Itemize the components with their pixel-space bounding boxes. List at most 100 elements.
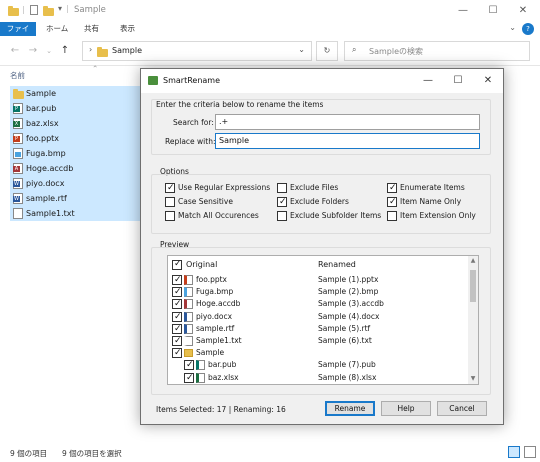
ribbon-tabs: ファイル ホーム 共有 表示 ⌄ ? <box>0 22 540 47</box>
minimize-icon[interactable]: — <box>448 0 478 22</box>
preview-renamed-name: Sample (1).pptx <box>318 275 379 284</box>
search-for-input[interactable]: .+ <box>215 114 480 130</box>
enumerate-items-checkbox[interactable]: Enumerate Items <box>387 182 465 194</box>
file-name: foo.pptx <box>26 134 60 143</box>
close-icon[interactable]: ✕ <box>508 0 538 22</box>
publisher-file-icon <box>196 360 205 371</box>
preview-row-checkbox[interactable] <box>172 286 182 298</box>
recent-locations-icon[interactable]: ⌄ <box>42 44 56 58</box>
preview-row-checkbox[interactable] <box>172 335 182 347</box>
address-bar[interactable]: › Sample ⌄ <box>82 41 312 61</box>
details-view-icon[interactable] <box>508 446 520 458</box>
cancel-button[interactable]: Cancel <box>437 401 487 416</box>
close-icon[interactable]: ✕ <box>473 69 503 93</box>
excel-file-icon: X <box>13 118 23 129</box>
search-icon: ⌕ <box>352 45 357 54</box>
use-regex-checkbox[interactable]: Use Regular Expressions <box>165 182 270 194</box>
address-text: Sample <box>112 46 142 55</box>
minimize-icon[interactable]: — <box>413 69 443 93</box>
ribbon-expand-icon[interactable]: ⌄ <box>509 23 516 32</box>
scroll-up-icon[interactable]: ▲ <box>468 256 478 266</box>
search-box[interactable]: ⌕ Sampleの検索 <box>344 41 530 61</box>
item-extension-only-checkbox[interactable]: Item Extension Only <box>387 210 476 222</box>
list-item[interactable]: X baz.xlsx <box>10 116 140 131</box>
file-name: Hoge.accdb <box>26 164 74 173</box>
folder-icon <box>97 47 108 57</box>
preview-original-name: foo.pptx <box>196 275 227 284</box>
tab-share[interactable]: 共有 <box>78 22 105 36</box>
preview-row[interactable]: Sample1.txt Sample (6).txt <box>168 335 468 347</box>
rename-button[interactable]: Rename <box>325 401 375 416</box>
tab-home[interactable]: ホーム <box>40 22 74 36</box>
chevron-down-icon[interactable]: ⌄ <box>298 45 305 54</box>
properties-icon[interactable] <box>30 5 38 15</box>
preview-scrollbar[interactable]: ▲ ▼ <box>468 256 478 384</box>
list-item[interactable]: W sample.rtf <box>10 191 140 206</box>
preview-row[interactable]: bar.pub Sample (7).pub <box>168 359 468 371</box>
preview-row[interactable]: sample.rtf Sample (5).rtf <box>168 323 468 335</box>
case-sensitive-checkbox[interactable]: Case Sensitive <box>165 196 233 208</box>
select-all-checkbox[interactable] <box>172 259 182 270</box>
preview-original-name: foo.pptx <box>208 384 239 385</box>
powerpoint-file-icon <box>184 275 193 285</box>
quick-access-dropdown-icon[interactable]: ▾ <box>58 4 62 13</box>
preview-row[interactable]: foo.pptx Sample (9).pptx <box>168 384 468 385</box>
word-file-icon: W <box>13 178 23 189</box>
forward-icon[interactable]: → <box>26 44 40 58</box>
original-column-header: Original <box>186 260 218 269</box>
list-item[interactable]: Sample1.txt <box>10 206 140 221</box>
list-item[interactable]: W piyo.docx <box>10 176 140 191</box>
preview-row[interactable]: foo.pptx Sample (1).pptx <box>168 274 468 286</box>
preview-row[interactable]: baz.xlsx Sample (8).xlsx <box>168 372 468 384</box>
help-icon[interactable]: ? <box>522 23 534 35</box>
tab-view[interactable]: 表示 <box>114 22 141 36</box>
preview-row-checkbox[interactable] <box>172 323 182 335</box>
preview-row-checkbox[interactable] <box>172 347 182 359</box>
list-item[interactable]: Sample <box>10 86 140 101</box>
preview-row[interactable]: Hoge.accdb Sample (3).accdb <box>168 298 468 310</box>
file-name: bar.pub <box>26 104 57 113</box>
exclude-subfolder-items-checkbox[interactable]: Exclude Subfolder Items <box>277 210 381 222</box>
text-file-icon <box>13 208 23 219</box>
preview-row-checkbox[interactable] <box>184 359 194 371</box>
exclude-files-checkbox[interactable]: Exclude Files <box>277 182 338 194</box>
refresh-icon[interactable]: ↻ <box>316 41 338 61</box>
replace-with-input[interactable]: Sample <box>215 133 480 149</box>
list-item[interactable]: P bar.pub <box>10 101 140 116</box>
preview-renamed-name: Sample (9).pptx <box>318 384 378 385</box>
file-name: Sample1.txt <box>26 209 75 218</box>
list-item[interactable]: A Hoge.accdb <box>10 161 140 176</box>
back-icon[interactable]: ← <box>8 44 22 58</box>
column-name[interactable]: 名前 <box>10 70 25 81</box>
preview-original-name: Fuga.bmp <box>196 287 234 297</box>
preview-row[interactable]: Fuga.bmp Sample (2).bmp <box>168 286 468 298</box>
new-folder-icon[interactable] <box>43 6 54 16</box>
preview-row-checkbox[interactable] <box>172 298 182 310</box>
preview-original-name: Sample1.txt <box>196 336 242 345</box>
preview-row-checkbox[interactable] <box>184 372 194 384</box>
preview-row[interactable]: Sample <box>168 347 468 359</box>
help-button[interactable]: Help <box>381 401 431 416</box>
preview-renamed-name: Sample (2).bmp <box>318 287 379 297</box>
explorer-titlebar: | ▾ | Sample — ☐ ✕ <box>0 0 540 22</box>
tab-file[interactable]: ファイル <box>0 22 36 47</box>
list-item[interactable]: P foo.pptx <box>10 131 140 146</box>
large-icons-view-icon[interactable] <box>524 446 536 458</box>
preview-row-checkbox[interactable] <box>172 311 182 323</box>
maximize-icon[interactable]: ☐ <box>478 0 508 22</box>
file-name: piyo.docx <box>26 179 65 188</box>
preview-list[interactable]: Original Renamed foo.pptx Sample (1).pptx… <box>167 255 479 385</box>
scrollbar-thumb[interactable] <box>470 270 476 302</box>
search-for-label: Search for: <box>173 118 214 127</box>
exclude-folders-checkbox[interactable]: Exclude Folders <box>277 196 349 208</box>
up-icon[interactable]: ↑ <box>58 44 72 58</box>
preview-row-checkbox[interactable] <box>172 274 182 286</box>
match-all-occurences-checkbox[interactable]: Match All Occurences <box>165 210 259 222</box>
file-name: sample.rtf <box>26 194 67 203</box>
file-list: Sample P bar.pub X baz.xlsx P foo.pptx F… <box>10 86 140 221</box>
preview-row[interactable]: piyo.docx Sample (4).docx <box>168 311 468 323</box>
list-item[interactable]: Fuga.bmp <box>10 146 140 161</box>
maximize-icon[interactable]: ☐ <box>443 69 473 93</box>
scroll-down-icon[interactable]: ▼ <box>468 374 478 384</box>
item-name-only-checkbox[interactable]: Item Name Only <box>387 196 461 208</box>
